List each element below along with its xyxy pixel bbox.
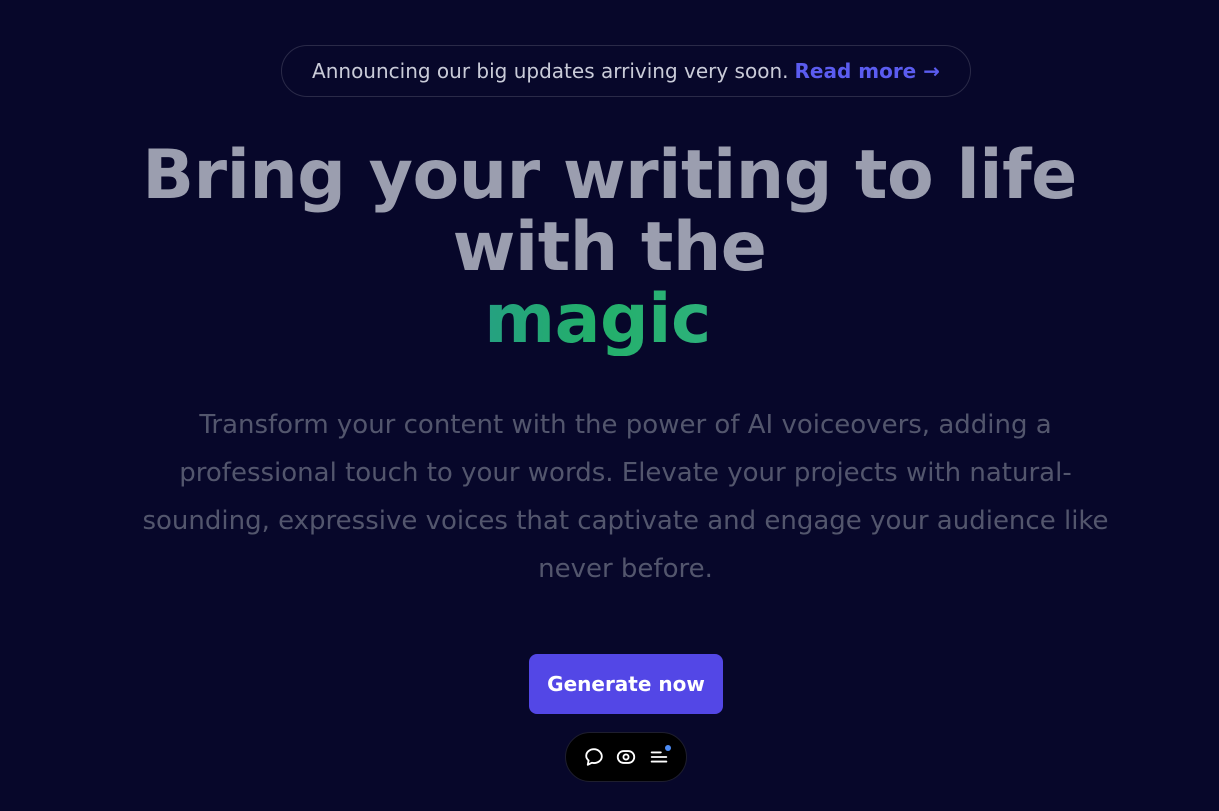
announcement-banner: Announcing our big updates arriving very…: [281, 45, 971, 97]
generate-now-button[interactable]: Generate now: [529, 654, 723, 714]
chat-bubble-icon: [584, 748, 603, 766]
hero-description: Transform your content with the power of…: [142, 410, 1109, 584]
eye-icon: [616, 750, 636, 764]
announcement-text: Announcing our big updates arriving very…: [312, 59, 789, 83]
hero-title-line-2: with the: [452, 208, 767, 287]
read-more-link[interactable]: Read more →: [795, 59, 940, 83]
chat-button[interactable]: [581, 744, 607, 770]
notification-dot: [664, 745, 671, 751]
hero-title-highlight: magic: [0, 284, 1219, 356]
menu-button[interactable]: [646, 744, 672, 770]
hero-title-line-1: Bring your writing to life: [142, 136, 1077, 215]
hero-title: Bring your writing to life with the magi…: [0, 140, 1219, 356]
floating-toolbar: [565, 732, 687, 782]
preview-button[interactable]: [613, 744, 639, 770]
landing-page: Announcing our big updates arriving very…: [0, 0, 1219, 811]
